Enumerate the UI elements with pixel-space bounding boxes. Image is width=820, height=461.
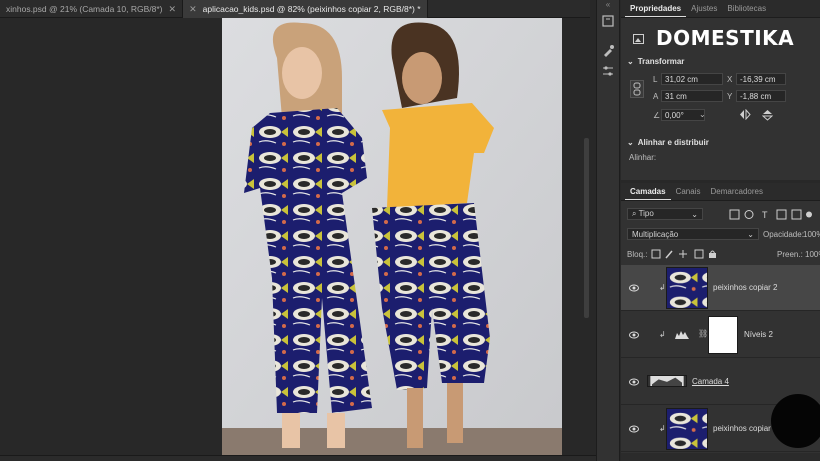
properties-tabs: Propriedades Ajustes Bibliotecas (621, 0, 820, 18)
lock-options-icons[interactable] (651, 249, 721, 259)
vertical-scrollbar[interactable] (584, 138, 589, 318)
chain-link-icon[interactable]: ⛓ (698, 329, 708, 338)
tab-ajustes[interactable]: Ajustes (686, 0, 722, 17)
chevron-down-icon[interactable]: ⌄ (699, 110, 706, 119)
align-title: Alinhar e distribuir (637, 138, 709, 147)
clipping-arrow-icon: ↲ (659, 424, 666, 433)
chevron-down-icon: ⌄ (691, 209, 698, 219)
flip-vertical-icon[interactable] (762, 109, 773, 121)
document-tab-bar: xinhos.psd @ 21% (Camada 10, RGB/8*) ✕ ✕… (0, 0, 590, 18)
align-section-header[interactable]: ⌄ Alinhar e distribuir (627, 138, 709, 147)
tab-label: xinhos.psd @ 21% (Camada 10, RGB/8*) (6, 4, 163, 14)
visibility-eye-icon[interactable] (629, 284, 639, 292)
visibility-eye-icon[interactable] (629, 425, 639, 433)
fill-value[interactable]: 100% (805, 250, 820, 259)
close-icon[interactable]: ✕ (189, 4, 197, 15)
blend-mode-value: Multiplicação (632, 229, 679, 239)
adjustments-sliders-icon[interactable] (601, 64, 615, 78)
layer-filter-icons[interactable]: T (729, 209, 813, 220)
cursor-overlay-circle (771, 394, 820, 448)
chevron-down-icon: ⌄ (627, 57, 634, 66)
document-canvas[interactable] (222, 18, 562, 455)
link-proportions-icon[interactable] (630, 80, 644, 98)
opacity-label: Opacidade: (763, 230, 804, 239)
collapse-chevron-icon[interactable]: « (597, 0, 619, 9)
layer-filter-select[interactable]: ⌕ Tipo ⌄ (627, 208, 703, 220)
fill-label: Preen.: (777, 250, 803, 259)
close-icon[interactable]: ✕ (169, 4, 177, 15)
width-label: L (653, 75, 658, 84)
tab-demarcadores[interactable]: Demarcadores (705, 183, 767, 200)
layers-tabs: Camadas Canais Demarcadores (621, 183, 820, 201)
layer-thumbnail (666, 408, 708, 450)
layer-row-niveis-2[interactable]: ↲ ⛓ Níveis 2 (621, 312, 820, 358)
canvas-workspace[interactable] (0, 18, 590, 455)
visibility-eye-icon[interactable] (629, 378, 639, 386)
layer-name[interactable]: Camada 4 (692, 377, 729, 386)
clipping-arrow-icon: ↲ (659, 330, 666, 339)
tab-camadas[interactable]: Camadas (625, 183, 671, 200)
width-field[interactable]: 31,02 cm (661, 73, 723, 85)
layer-name[interactable]: peixinhos copiar (713, 424, 771, 433)
layer-thumbnail (647, 375, 687, 387)
levels-adjustment-icon (675, 331, 689, 339)
tab-xinhos[interactable]: xinhos.psd @ 21% (Camada 10, RGB/8*) ✕ (0, 0, 184, 18)
tab-canais[interactable]: Canais (671, 183, 706, 200)
visibility-eye-icon[interactable] (629, 331, 639, 339)
svg-text:T: T (762, 210, 768, 220)
align-label: Alinhar: (629, 153, 657, 162)
layers-footer-toolbar (621, 453, 820, 461)
x-field[interactable]: -16,39 cm (736, 73, 786, 85)
tab-label: aplicacao_kids.psd @ 82% (peixinhos copi… (202, 4, 421, 14)
filter-value: Tipo (638, 209, 654, 218)
x-label: X (727, 75, 733, 84)
pixel-layer-icon (633, 34, 644, 44)
lock-label: Bloq.: (627, 250, 648, 259)
layer-name[interactable]: peixinhos copiar 2 (713, 283, 777, 292)
y-label: Y (727, 92, 733, 101)
chevron-down-icon: ⌄ (627, 138, 634, 147)
flip-horizontal-icon[interactable] (739, 109, 751, 120)
transform-title: Transformar (637, 57, 685, 66)
clipping-arrow-icon: ↲ (659, 283, 666, 292)
status-bar (0, 455, 600, 461)
chevron-down-icon: ⌄ (747, 229, 754, 239)
angle-icon: ∠ (653, 111, 661, 120)
transform-section-header[interactable]: ⌄ Transformar (627, 57, 684, 66)
photoshop-window: xinhos.psd @ 21% (Camada 10, RGB/8*) ✕ ✕… (0, 0, 820, 461)
tab-bibliotecas[interactable]: Bibliotecas (722, 0, 771, 17)
layer-name[interactable]: Níveis 2 (744, 330, 773, 339)
layer-thumbnail (666, 267, 708, 309)
domestika-watermark: DOMESTIKA (656, 26, 795, 50)
layer-mask-thumbnail[interactable] (708, 316, 738, 354)
brush-icon[interactable] (601, 44, 615, 58)
tab-aplicacao-kids[interactable]: ✕ aplicacao_kids.psd @ 82% (peixinhos co… (183, 0, 428, 18)
blend-mode-select[interactable]: Multiplicação ⌄ (627, 228, 759, 240)
history-icon[interactable] (601, 14, 615, 28)
tab-propriedades[interactable]: Propriedades (625, 0, 687, 17)
height-field[interactable]: 31 cm (661, 90, 723, 102)
layer-row-peixinhos-copiar-2[interactable]: ↲ peixinhos copiar 2 (621, 265, 820, 311)
height-label: A (653, 92, 659, 101)
properties-panel: Propriedades Ajustes Bibliotecas DOMESTI… (621, 0, 820, 180)
opacity-value[interactable]: 100% (803, 230, 820, 239)
y-field[interactable]: -1,88 cm (736, 90, 786, 102)
kids-photo (222, 18, 562, 455)
collapsed-panel-dock: « (596, 0, 620, 461)
